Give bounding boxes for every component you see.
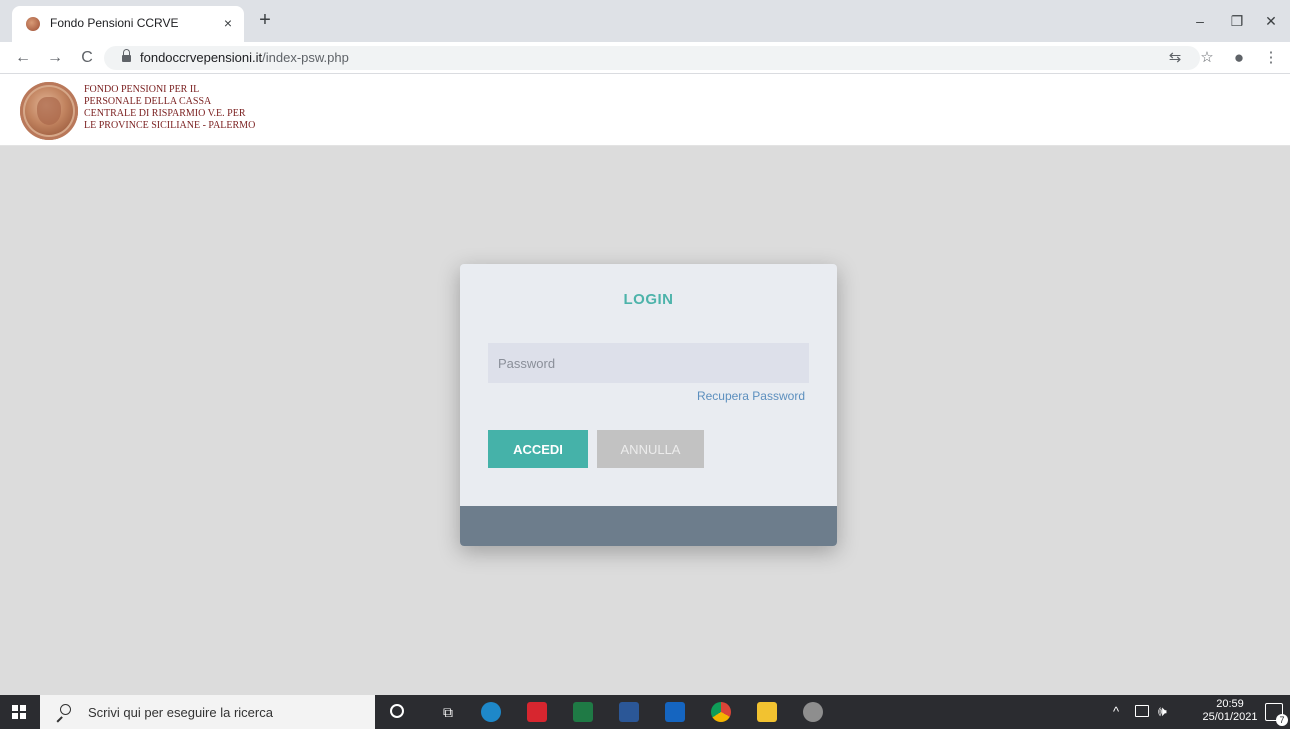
page-content: FONDO PENSIONI PER IL PERSONALE DELLA CA… bbox=[0, 74, 1290, 695]
login-submit-button[interactable]: ACCEDI bbox=[488, 430, 588, 468]
file-explorer-icon[interactable] bbox=[757, 702, 777, 722]
paint-icon[interactable] bbox=[803, 702, 823, 722]
url-path: /index-psw.php bbox=[262, 50, 349, 65]
site-name: FONDO PENSIONI PER IL PERSONALE DELLA CA… bbox=[84, 84, 255, 132]
chrome-icon[interactable] bbox=[711, 702, 731, 722]
windows-taskbar: Scrivi qui per eseguire la ricerca ⧉ ^ 🕪… bbox=[0, 695, 1290, 729]
search-icon bbox=[54, 703, 72, 723]
site-name-line: CENTRALE DI RISPARMIO V.E. PER bbox=[84, 108, 246, 119]
logo-seal-icon bbox=[20, 82, 78, 140]
login-card-footer bbox=[460, 506, 837, 546]
task-view-icon[interactable]: ⧉ bbox=[440, 704, 456, 720]
new-tab-button[interactable]: + bbox=[254, 10, 276, 32]
browser-toolbar: ← → C fondoccrvepensioni.it/index-psw.ph… bbox=[0, 42, 1290, 74]
bookmark-star-icon[interactable]: ☆ bbox=[1196, 47, 1218, 69]
tab-title: Fondo Pensioni CCRVE bbox=[50, 16, 179, 30]
close-tab-icon[interactable]: × bbox=[219, 14, 237, 32]
taskbar-clock[interactable]: 20:59 25/01/2021 bbox=[1200, 698, 1260, 724]
search-placeholder: Scrivi qui per eseguire la ricerca bbox=[88, 705, 273, 720]
browser-tabstrip: Fondo Pensioni CCRVE × + – ❐ ✕ bbox=[0, 0, 1290, 42]
browser-tab[interactable]: Fondo Pensioni CCRVE × bbox=[12, 6, 244, 42]
notification-count-badge: 7 bbox=[1276, 714, 1288, 726]
translate-icon[interactable]: ⇆ bbox=[1164, 47, 1186, 69]
site-name-line: FONDO PENSIONI PER IL bbox=[84, 84, 200, 95]
clock-time: 20:59 bbox=[1216, 698, 1244, 710]
password-input[interactable] bbox=[488, 343, 809, 383]
site-favicon-icon bbox=[26, 17, 40, 31]
restore-button[interactable]: ❐ bbox=[1222, 10, 1252, 32]
tray-arrow-icon[interactable]: ^ bbox=[1113, 704, 1119, 719]
clock-date: 25/01/2021 bbox=[1202, 711, 1258, 723]
outlook-icon[interactable] bbox=[665, 702, 685, 722]
profile-icon[interactable]: ● bbox=[1228, 47, 1250, 69]
close-window-button[interactable]: ✕ bbox=[1256, 10, 1286, 32]
notification-center-icon[interactable]: 7 bbox=[1265, 703, 1288, 726]
cancel-button[interactable]: ANNULLA bbox=[597, 430, 704, 468]
login-card: LOGIN Recupera Password ACCEDI ANNULLA bbox=[460, 264, 837, 546]
acrobat-icon[interactable] bbox=[527, 702, 547, 722]
taskbar-search-box[interactable]: Scrivi qui per eseguire la ricerca bbox=[40, 695, 375, 729]
windows-start-icon[interactable] bbox=[12, 705, 26, 719]
reload-button[interactable]: C bbox=[76, 47, 98, 69]
screen: Fondo Pensioni CCRVE × + – ❐ ✕ ← → C fon… bbox=[0, 0, 1290, 729]
network-icon[interactable] bbox=[1135, 705, 1149, 717]
lock-icon[interactable] bbox=[122, 49, 131, 63]
recover-password-link[interactable]: Recupera Password bbox=[697, 389, 805, 403]
url-text[interactable]: fondoccrvepensioni.it/index-psw.php bbox=[140, 50, 349, 66]
menu-icon[interactable]: ⋮ bbox=[1260, 47, 1282, 69]
site-header: FONDO PENSIONI PER IL PERSONALE DELLA CA… bbox=[0, 74, 1290, 146]
forward-button[interactable]: → bbox=[44, 47, 66, 69]
excel-icon[interactable] bbox=[573, 702, 593, 722]
cortana-icon[interactable] bbox=[390, 704, 404, 718]
login-title: LOGIN bbox=[623, 291, 674, 308]
word-icon[interactable] bbox=[619, 702, 639, 722]
address-bar[interactable]: fondoccrvepensioni.it/index-psw.php bbox=[104, 46, 1200, 70]
site-name-line: LE PROVINCE SICILIANE - PALERMO bbox=[84, 120, 256, 131]
url-domain: fondoccrvepensioni.it bbox=[140, 50, 263, 65]
minimize-button[interactable]: – bbox=[1185, 10, 1215, 32]
site-name-line: PERSONALE DELLA CASSA bbox=[84, 96, 212, 107]
back-button[interactable]: ← bbox=[12, 47, 34, 69]
edge-icon[interactable] bbox=[481, 702, 501, 722]
volume-icon[interactable]: 🕪 bbox=[1158, 703, 1167, 720]
